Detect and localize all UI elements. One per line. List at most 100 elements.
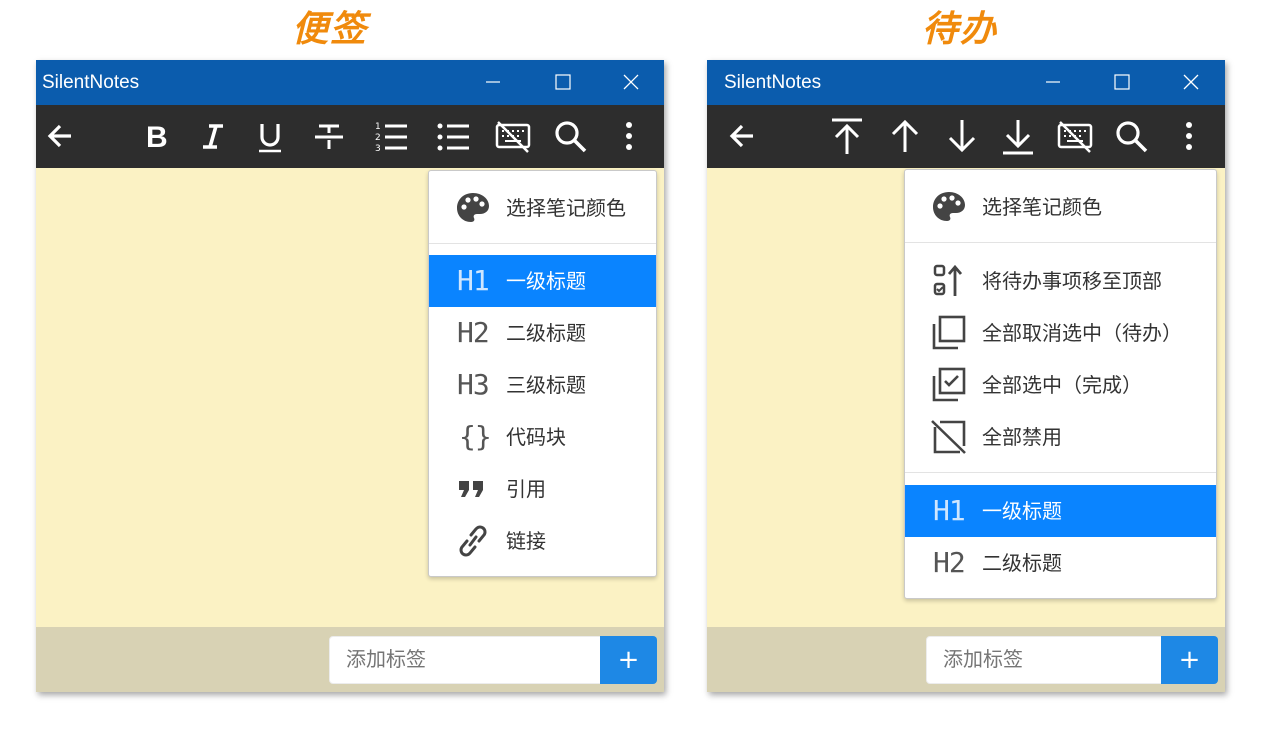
menu-item-code-block[interactable]: {} 代码块 <box>429 411 656 463</box>
move-up-button[interactable] <box>880 105 930 168</box>
keyboard-off-button[interactable] <box>488 105 538 168</box>
svg-text:3: 3 <box>375 144 381 154</box>
menu-item-label: 代码块 <box>506 425 566 449</box>
minimize-button[interactable] <box>1030 60 1076 105</box>
heading1-icon: H1 <box>457 264 490 297</box>
tag-input[interactable] <box>329 636 601 684</box>
app-title: SilentNotes <box>42 72 140 93</box>
more-button[interactable] <box>1164 105 1214 168</box>
uncheck-all-icon <box>932 315 966 350</box>
checklist-up-icon <box>933 264 963 296</box>
svg-text:2: 2 <box>375 133 381 143</box>
svg-text:1: 1 <box>375 122 381 132</box>
close-button[interactable] <box>1168 60 1214 105</box>
maximize-button[interactable] <box>1099 60 1145 105</box>
menu-item-heading3[interactable]: H3 三级标题 <box>429 359 656 411</box>
heading-notes: 便签 <box>291 9 368 50</box>
menu-item-quote[interactable]: 引用 <box>429 463 656 515</box>
overflow-menu: 选择笔记颜色 H1 一级标题 H2 二级标题 H3 三级标题 {} 代码块 引用… <box>428 170 657 577</box>
bold-icon: B <box>146 121 168 154</box>
menu-item-label: 全部取消选中（待办） <box>982 321 1182 345</box>
ordered-list-icon: 123 <box>375 122 407 154</box>
todo-window: SilentNotes 选择笔记颜色 将待办事项移至顶部 全部取消选中（待办） … <box>707 60 1225 692</box>
tag-bar: + <box>36 627 664 692</box>
menu-item-link[interactable]: 链接 <box>429 515 656 567</box>
app-title: SilentNotes <box>724 72 822 93</box>
bullet-list-button[interactable] <box>428 105 478 168</box>
menu-item-label: 一级标题 <box>982 499 1062 523</box>
more-button[interactable] <box>604 105 654 168</box>
keyboard-off-icon <box>495 121 531 153</box>
menu-item-label: 全部禁用 <box>982 425 1062 449</box>
maximize-button[interactable] <box>540 60 586 105</box>
menu-divider <box>905 242 1216 243</box>
bold-button[interactable]: B <box>131 105 181 168</box>
palette-icon <box>933 192 965 221</box>
menu-item-heading2[interactable]: H2 二级标题 <box>429 307 656 359</box>
quote-icon <box>459 481 483 497</box>
minimize-icon <box>1046 81 1060 83</box>
move-to-top-button[interactable] <box>822 105 872 168</box>
tag-input[interactable] <box>926 636 1162 684</box>
search-icon <box>555 121 587 153</box>
menu-item-check-all[interactable]: 全部选中（完成） <box>905 359 1216 411</box>
heading3-icon: H3 <box>457 368 490 401</box>
add-tag-button[interactable]: + <box>1161 636 1218 684</box>
maximize-icon <box>1114 74 1130 90</box>
keyboard-off-icon <box>1057 121 1093 153</box>
menu-item-note-color[interactable]: 选择笔记颜色 <box>905 181 1216 233</box>
check-all-icon <box>932 367 966 402</box>
menu-item-label: 引用 <box>506 477 546 501</box>
move-to-bottom-button[interactable] <box>993 105 1043 168</box>
menu-divider <box>905 472 1216 473</box>
strikethrough-button[interactable] <box>304 105 354 168</box>
menu-item-heading2[interactable]: H2 二级标题 <box>905 537 1216 589</box>
heading-todo: 待办 <box>921 9 998 50</box>
bullet-list-icon <box>437 123 469 151</box>
move-down-icon <box>948 120 976 153</box>
menu-item-heading1[interactable]: H1 一级标题 <box>429 255 656 307</box>
add-tag-button[interactable]: + <box>600 636 657 684</box>
back-arrow-icon <box>47 124 71 148</box>
menu-item-disable-all[interactable]: 全部禁用 <box>905 411 1216 463</box>
close-icon <box>1183 74 1199 90</box>
menu-item-label: 三级标题 <box>506 373 586 397</box>
move-up-icon <box>891 119 919 152</box>
title-bar: SilentNotes <box>36 60 664 105</box>
code-block-icon: {} <box>459 420 492 453</box>
ordered-list-button[interactable]: 123 <box>366 105 416 168</box>
search-icon <box>1116 121 1148 153</box>
search-button[interactable] <box>546 105 596 168</box>
heading2-icon: H2 <box>457 316 490 349</box>
close-button[interactable] <box>608 60 654 105</box>
back-button[interactable] <box>718 105 768 168</box>
italic-icon <box>203 124 223 149</box>
more-vert-icon <box>626 122 632 150</box>
search-button[interactable] <box>1107 105 1157 168</box>
keyboard-off-button[interactable] <box>1050 105 1100 168</box>
title-bar: SilentNotes <box>707 60 1225 105</box>
move-to-bottom-icon <box>1003 120 1033 155</box>
svg-text:B: B <box>146 121 168 154</box>
minimize-icon <box>486 81 500 83</box>
italic-button[interactable] <box>188 105 238 168</box>
move-down-button[interactable] <box>937 105 987 168</box>
heading1-icon: H1 <box>933 494 966 527</box>
back-button[interactable] <box>36 105 86 168</box>
menu-item-label: 二级标题 <box>982 551 1062 575</box>
menu-item-note-color[interactable]: 选择笔记颜色 <box>429 182 656 234</box>
menu-item-label: 全部选中（完成） <box>982 373 1142 397</box>
back-arrow-icon <box>729 124 753 148</box>
palette-icon <box>457 193 489 222</box>
minimize-button[interactable] <box>470 60 516 105</box>
menu-item-heading1[interactable]: H1 一级标题 <box>905 485 1216 537</box>
underline-button[interactable] <box>245 105 295 168</box>
menu-item-label: 二级标题 <box>506 321 586 345</box>
menu-item-move-todos-top[interactable]: 将待办事项移至顶部 <box>905 255 1216 307</box>
toolbar: B 123 <box>36 105 664 168</box>
move-to-top-icon <box>832 118 862 154</box>
notes-window: SilentNotes B 123 选择笔记颜色 H1 一级标题 H2 二级标题… <box>36 60 664 692</box>
menu-divider <box>429 243 656 244</box>
underline-icon <box>259 124 281 153</box>
menu-item-uncheck-all[interactable]: 全部取消选中（待办） <box>905 307 1216 359</box>
